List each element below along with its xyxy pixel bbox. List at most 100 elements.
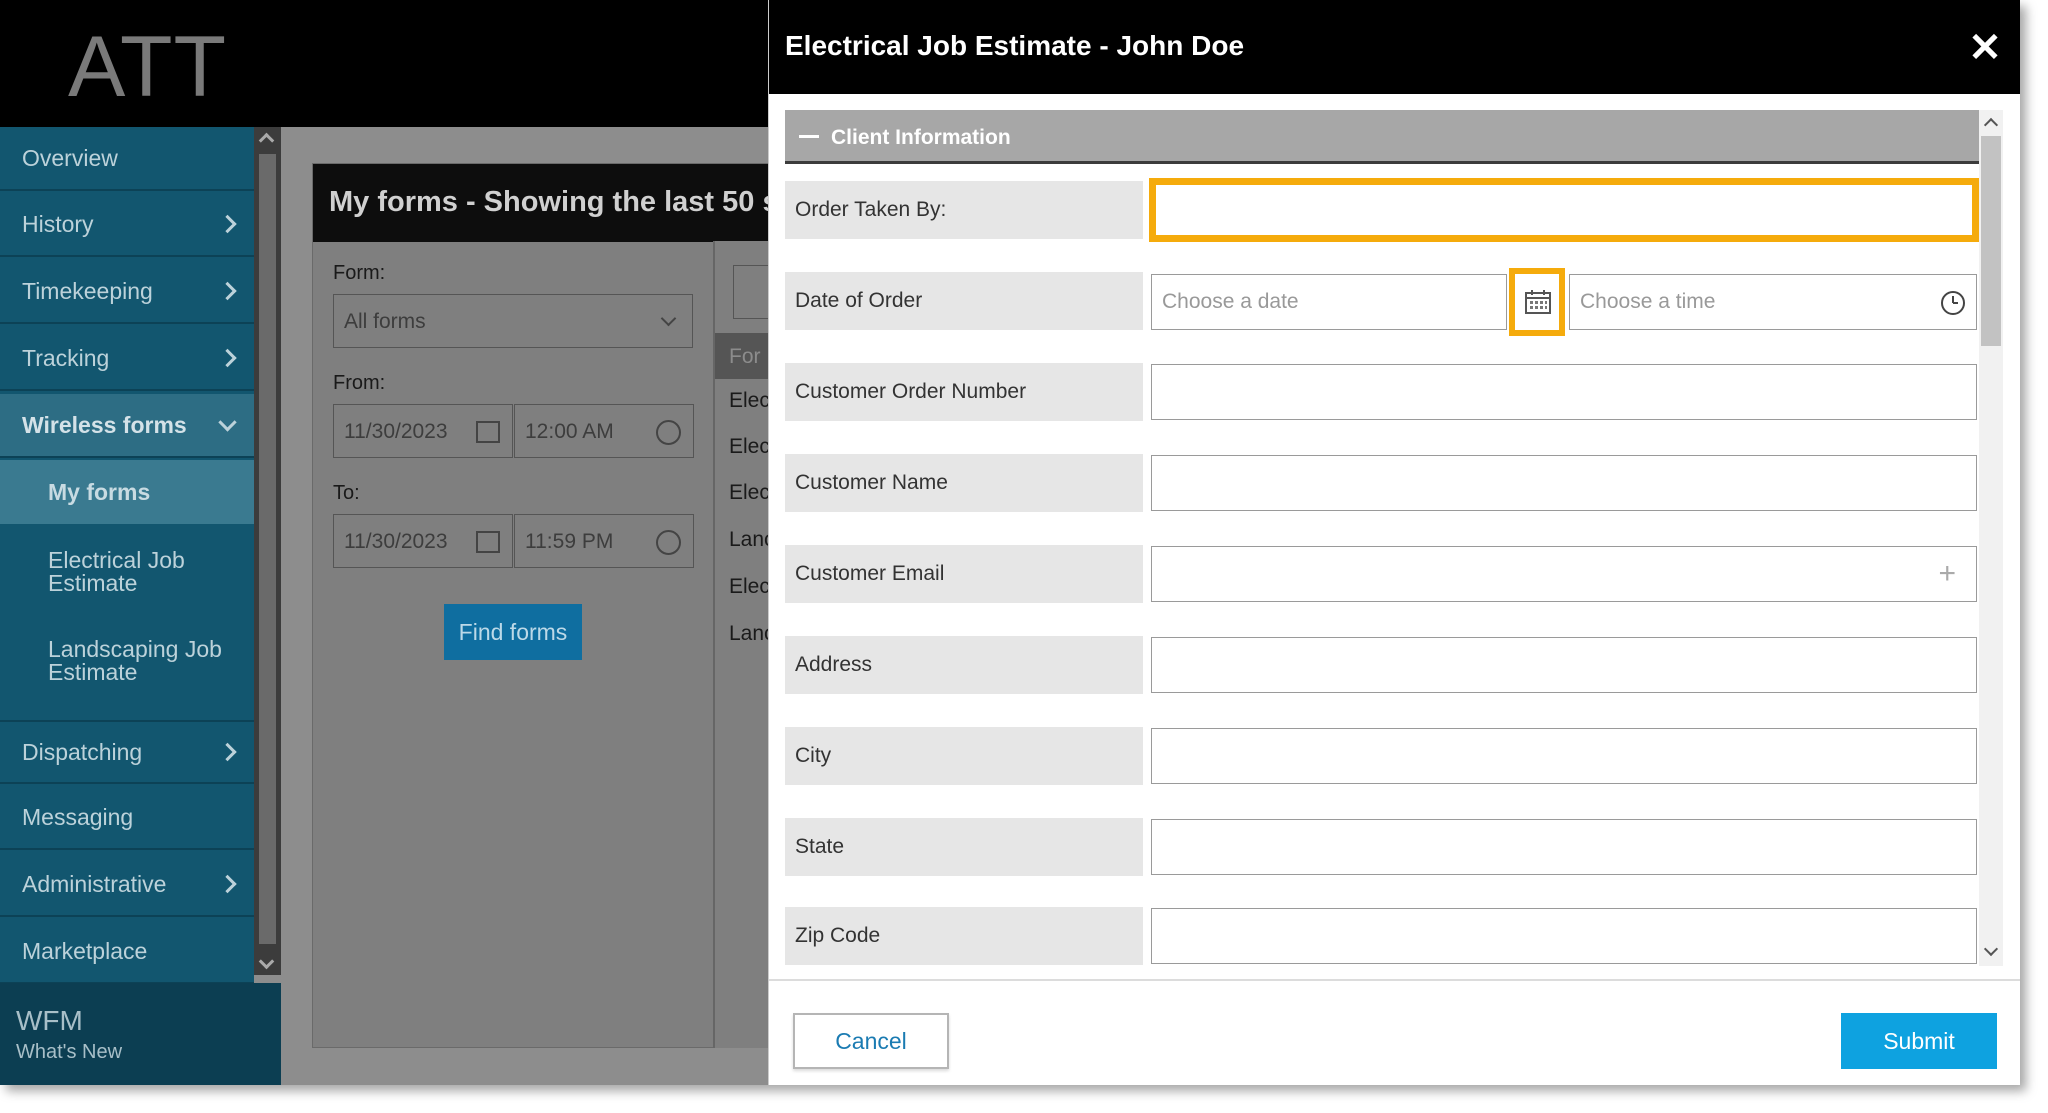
from-label: From:	[333, 372, 386, 394]
dialog-header: Electrical Job Estimate - John Doe ✕	[769, 0, 2020, 94]
customer-name-field[interactable]	[1151, 455, 1977, 511]
calendar-icon[interactable]	[1509, 268, 1565, 336]
to-label: To:	[333, 482, 360, 504]
sidebar-subitem-electrical-job-estimate[interactable]: Electrical Job Estimate	[0, 549, 200, 595]
table-row[interactable]: Elec	[729, 389, 770, 413]
chevron-right-icon	[218, 874, 237, 894]
sidebar-item-label: Dispatching	[22, 738, 143, 765]
job-estimate-dialog: Electrical Job Estimate - John Doe ✕ Cli…	[768, 0, 2020, 1085]
to-time-input[interactable]: 11:59 PM	[514, 514, 694, 568]
scrollbar-thumb[interactable]	[259, 154, 276, 944]
sidebar-item-administrative[interactable]: Administrative	[0, 853, 254, 917]
chevron-down-icon	[660, 310, 677, 327]
whats-new-link[interactable]: What's New	[16, 1041, 281, 1064]
from-date-value: 11/30/2023	[344, 420, 448, 443]
sidebar-subitem-label: Electrical Job Estimate	[48, 547, 185, 596]
sidebar-item-timekeeping[interactable]: Timekeeping	[0, 260, 254, 324]
calendar-glyph	[1525, 290, 1551, 314]
sidebar-item-label: Overview	[22, 144, 118, 171]
scroll-up-icon[interactable]	[258, 132, 275, 149]
from-date-input[interactable]: 11/30/2023	[333, 404, 513, 458]
sidebar-item-history[interactable]: History	[0, 193, 254, 257]
from-time-input[interactable]: 12:00 AM	[514, 404, 694, 458]
collapse-icon[interactable]	[799, 135, 819, 138]
submit-button[interactable]: Submit	[1841, 1013, 1997, 1069]
to-date-value: 11/30/2023	[344, 530, 448, 553]
to-date-input[interactable]: 11/30/2023	[333, 514, 513, 568]
calendar-icon[interactable]	[476, 421, 500, 443]
scroll-down-icon[interactable]	[258, 953, 275, 970]
sidebar-item-tracking[interactable]: Tracking	[0, 327, 254, 391]
sidebar-item-label: Marketplace	[22, 937, 148, 964]
close-icon[interactable]: ✕	[1965, 28, 2005, 68]
customer-email-field[interactable]: +	[1151, 546, 1977, 602]
find-forms-button[interactable]: Find forms	[444, 604, 582, 660]
table-row[interactable]: Elec	[729, 481, 770, 505]
section-title: Client Information	[831, 126, 1011, 149]
city-field[interactable]	[1151, 728, 1977, 784]
sidebar-item-marketplace[interactable]: Marketplace	[0, 920, 254, 984]
screen: ATT Overview History Timekeeping Trackin…	[0, 0, 2020, 1085]
chevron-right-icon	[218, 214, 237, 234]
scroll-down-icon[interactable]	[1983, 941, 1999, 957]
form-label: Form:	[333, 262, 386, 284]
dialog-scrollbar[interactable]	[1979, 110, 2003, 966]
order-taken-by-label: Order Taken By:	[785, 181, 1143, 239]
sidebar-item-dispatching[interactable]: Dispatching	[0, 720, 254, 784]
table-row[interactable]: Elec	[729, 575, 770, 599]
cancel-button[interactable]: Cancel	[793, 1013, 949, 1069]
customer-order-number-field[interactable]	[1151, 364, 1977, 420]
sidebar-item-overview[interactable]: Overview	[0, 127, 254, 191]
order-taken-by-field[interactable]	[1149, 178, 1979, 242]
sidebar-item-label: Wireless forms	[22, 411, 187, 438]
table-row[interactable]: Elec	[729, 435, 770, 459]
scrollbar-thumb[interactable]	[1981, 136, 2001, 346]
form-select[interactable]: All forms	[333, 294, 693, 348]
order-date-input[interactable]: Choose a date	[1151, 274, 1507, 330]
customer-name-label: Customer Name	[785, 454, 1143, 512]
date-placeholder: Choose a date	[1162, 290, 1299, 313]
customer-order-number-label: Customer Order Number	[785, 363, 1143, 421]
time-placeholder: Choose a time	[1580, 290, 1716, 313]
chevron-right-icon	[218, 348, 237, 368]
calendar-icon[interactable]	[476, 531, 500, 553]
to-time-value: 11:59 PM	[525, 530, 614, 553]
from-time-value: 12:00 AM	[525, 420, 614, 443]
clock-icon[interactable]	[1940, 290, 1966, 316]
sidebar: Overview History Timekeeping Tracking Wi…	[0, 127, 254, 1085]
address-field[interactable]	[1151, 637, 1977, 693]
wfm-title: WFM	[16, 1005, 83, 1036]
sidebar-subitem-label: My forms	[48, 478, 151, 505]
sidebar-item-label: Administrative	[22, 870, 167, 897]
scroll-up-icon[interactable]	[1983, 117, 1999, 133]
chevron-down-icon	[218, 413, 237, 432]
dialog-title: Electrical Job Estimate - John Doe	[785, 30, 1245, 61]
whats-new-panel[interactable]: WFM What's New	[0, 983, 281, 1085]
address-label: Address	[785, 636, 1143, 694]
state-field[interactable]	[1151, 819, 1977, 875]
app-logo: ATT	[68, 19, 228, 115]
zip-code-label: Zip Code	[785, 907, 1143, 965]
sidebar-item-label: History	[22, 210, 94, 237]
zip-code-field[interactable]	[1151, 908, 1977, 964]
state-label: State	[785, 818, 1143, 876]
sidebar-item-wireless-forms[interactable]: Wireless forms	[0, 394, 254, 458]
form-select-value: All forms	[344, 310, 426, 333]
sidebar-subitem-my-forms[interactable]: My forms	[0, 460, 254, 524]
sidebar-subitem-landscaping-job-estimate[interactable]: Landscaping Job Estimate	[0, 638, 240, 684]
sidebar-item-label: Messaging	[22, 803, 134, 830]
customer-email-label: Customer Email	[785, 545, 1143, 603]
sidebar-item-label: Timekeeping	[22, 277, 153, 304]
add-icon[interactable]: +	[1938, 559, 1956, 589]
date-of-order-label: Date of Order	[785, 272, 1143, 330]
sidebar-scrollbar[interactable]	[254, 127, 281, 975]
chevron-right-icon	[218, 742, 237, 762]
order-time-input[interactable]: Choose a time	[1569, 274, 1977, 330]
sidebar-subitem-label: Landscaping Job Estimate	[48, 636, 222, 685]
dialog-footer: Cancel Submit	[769, 979, 2020, 1085]
clock-icon[interactable]	[656, 420, 681, 445]
chevron-right-icon	[218, 281, 237, 301]
clock-icon[interactable]	[656, 530, 681, 555]
sidebar-item-messaging[interactable]: Messaging	[0, 786, 254, 850]
section-client-information[interactable]: Client Information	[785, 110, 1981, 164]
